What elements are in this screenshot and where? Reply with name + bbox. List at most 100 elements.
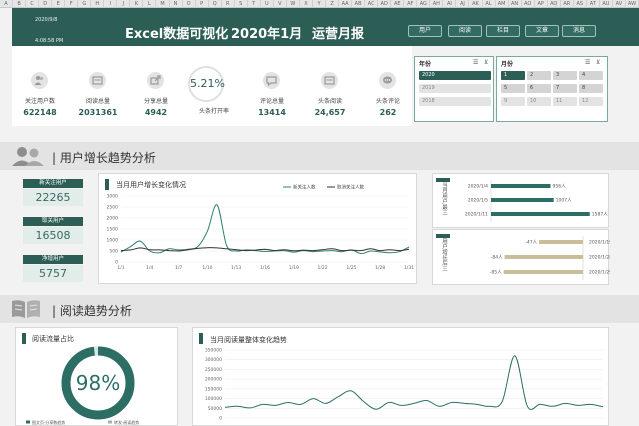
month-option[interactable]: 5 (501, 84, 525, 93)
nav-button-messages[interactable]: 消息 (562, 25, 596, 37)
x-tick-label: 1/28 (375, 265, 385, 271)
month-option[interactable]: 11 (553, 97, 577, 106)
kpi-value-followers: 622148 (23, 108, 57, 117)
x-tick-label: 1/13 (231, 265, 241, 271)
column-header-cell[interactable]: AI (443, 0, 457, 8)
clear-filter-icon[interactable]: ⊻ (484, 59, 488, 66)
nav-button-users[interactable]: 用户 (408, 25, 442, 37)
column-header-cell[interactable]: W (287, 0, 300, 8)
section-reading-header: | 阅读趋势分析 (0, 295, 639, 323)
column-header-cell[interactable]: V (274, 0, 287, 8)
column-header-cell[interactable]: AU (600, 0, 613, 8)
month-option[interactable]: 10 (527, 97, 551, 106)
bar-value-label: 1587人 (592, 212, 608, 218)
column-header-cell[interactable]: O (183, 0, 196, 8)
series-line (224, 355, 604, 410)
column-header-cell[interactable]: AG (417, 0, 431, 8)
column-header-cell[interactable]: S (235, 0, 248, 8)
column-header-cell[interactable]: AC (365, 0, 379, 8)
y-tick-label: 0 (219, 416, 222, 422)
month-slicer[interactable]: 月份 ☰ ⊻ 1 2 3 4 5 6 7 8 9 10 11 12 (496, 56, 608, 122)
column-header-cell[interactable]: C (26, 0, 40, 8)
user-growth-line-chart: 0 500 1000 1500 2000 2500 3000 1/1 1/4 1/7 1/10 1/1… (107, 184, 415, 272)
column-header-cell[interactable]: H (91, 0, 105, 8)
year-option[interactable]: 2018 (419, 97, 491, 106)
column-header-cell[interactable]: D (39, 0, 53, 8)
column-header-cell[interactable]: K (130, 0, 144, 8)
open-rate-ring: 5.21% (188, 66, 225, 102)
month-option[interactable]: 1 (501, 71, 525, 80)
multi-select-icon[interactable]: ☰ (585, 59, 590, 66)
column-header-cell[interactable]: I (104, 0, 118, 8)
column-header-cell[interactable]: AN (509, 0, 522, 8)
column-header-cell[interactable]: AA (339, 0, 353, 8)
column-header-cell[interactable]: AB (352, 0, 366, 8)
y-tick-label: 150000 (205, 386, 222, 392)
multi-select-icon[interactable]: ☰ (473, 59, 478, 66)
column-header-cell[interactable]: G (78, 0, 92, 8)
column-header-cell[interactable]: AJ (456, 0, 470, 8)
column-header-cell[interactable]: Y (313, 0, 326, 8)
month-option[interactable]: 4 (579, 71, 603, 80)
month-option[interactable]: 12 (579, 97, 603, 106)
book-icon (12, 300, 40, 318)
column-header-cell[interactable]: N (170, 0, 183, 8)
column-header-cell[interactable]: AM (496, 0, 509, 8)
column-header-cell[interactable]: AL (483, 0, 496, 8)
kpi-value-reads: 2031361 (78, 108, 118, 117)
legend-label: 取消关注人数 (337, 184, 364, 191)
nav-button-columns[interactable]: 栏目 (486, 25, 520, 37)
y-tick-label: 1000 (107, 238, 119, 244)
column-header-cell[interactable]: AR (561, 0, 574, 8)
column-header-cell[interactable]: AT (587, 0, 600, 8)
category-label: 2020/1/28 (589, 255, 610, 261)
month-option[interactable]: 3 (553, 71, 577, 80)
reading-trend-line-chart: 0 50000 100000 150000 200000 250000 300000 3500… (205, 348, 604, 422)
banner-title-main: Excel数据可视化 (125, 27, 229, 42)
legend-swatch (26, 420, 30, 424)
column-header-cell[interactable]: P (196, 0, 209, 8)
column-header-cell[interactable]: Z (326, 0, 340, 8)
column-header-cell[interactable]: AH (430, 0, 444, 8)
nav-button-articles[interactable]: 文章 (525, 25, 559, 37)
column-header-cell[interactable]: AP (535, 0, 548, 8)
month-option[interactable]: 8 (579, 84, 603, 93)
column-header-cell[interactable]: A (0, 0, 14, 8)
month-option[interactable]: 9 (501, 97, 525, 106)
year-option[interactable]: 2020 (419, 71, 491, 80)
nav-button-reading[interactable]: 阅读 (448, 25, 482, 37)
column-header-cell[interactable]: AQ (548, 0, 561, 8)
column-header-cell[interactable]: X (300, 0, 313, 8)
column-header-cell[interactable]: AS (574, 0, 587, 8)
column-header-cell[interactable]: AE (391, 0, 405, 8)
report-date: 2020/9/8 (35, 17, 58, 23)
y-tick-label: 1500 (107, 227, 119, 233)
column-header-cell[interactable]: AO (522, 0, 535, 8)
month-option[interactable]: 6 (527, 84, 551, 93)
column-header-cell[interactable]: M (156, 0, 170, 8)
column-header-cell[interactable]: F (65, 0, 79, 8)
column-header-cell[interactable]: E (52, 0, 66, 8)
section-user-growth-title: | 用户增长趋势分析 (52, 151, 156, 165)
column-header-cell[interactable]: Q (209, 0, 222, 8)
kpi-label-followers: 关注用户数 (24, 98, 55, 105)
legend-swatch (108, 420, 112, 424)
column-header-cell[interactable]: T (248, 0, 261, 8)
column-header-cell[interactable]: AF (404, 0, 418, 8)
kpi-value-shares: 4942 (144, 108, 168, 117)
column-header-cell[interactable]: B (13, 0, 27, 8)
column-header-cell[interactable]: J (117, 0, 131, 8)
column-header-cell[interactable]: U (261, 0, 274, 8)
month-option[interactable]: 7 (553, 84, 577, 93)
column-header-cell[interactable]: AK (469, 0, 483, 8)
column-header-cell[interactable]: AD (378, 0, 392, 8)
month-option[interactable]: 2 (527, 71, 551, 80)
x-tick-label: 1/16 (260, 265, 270, 271)
clear-filter-icon[interactable]: ⊻ (596, 59, 600, 66)
column-header-cell[interactable]: R (222, 0, 235, 8)
column-header-cell[interactable]: AW (626, 0, 639, 8)
year-option[interactable]: 2019 (419, 84, 491, 93)
column-header-cell[interactable]: AV (613, 0, 626, 8)
year-slicer[interactable]: 年份 ☰ ⊻ 2020 2019 2018 (414, 56, 494, 122)
column-header-cell[interactable]: L (143, 0, 157, 8)
